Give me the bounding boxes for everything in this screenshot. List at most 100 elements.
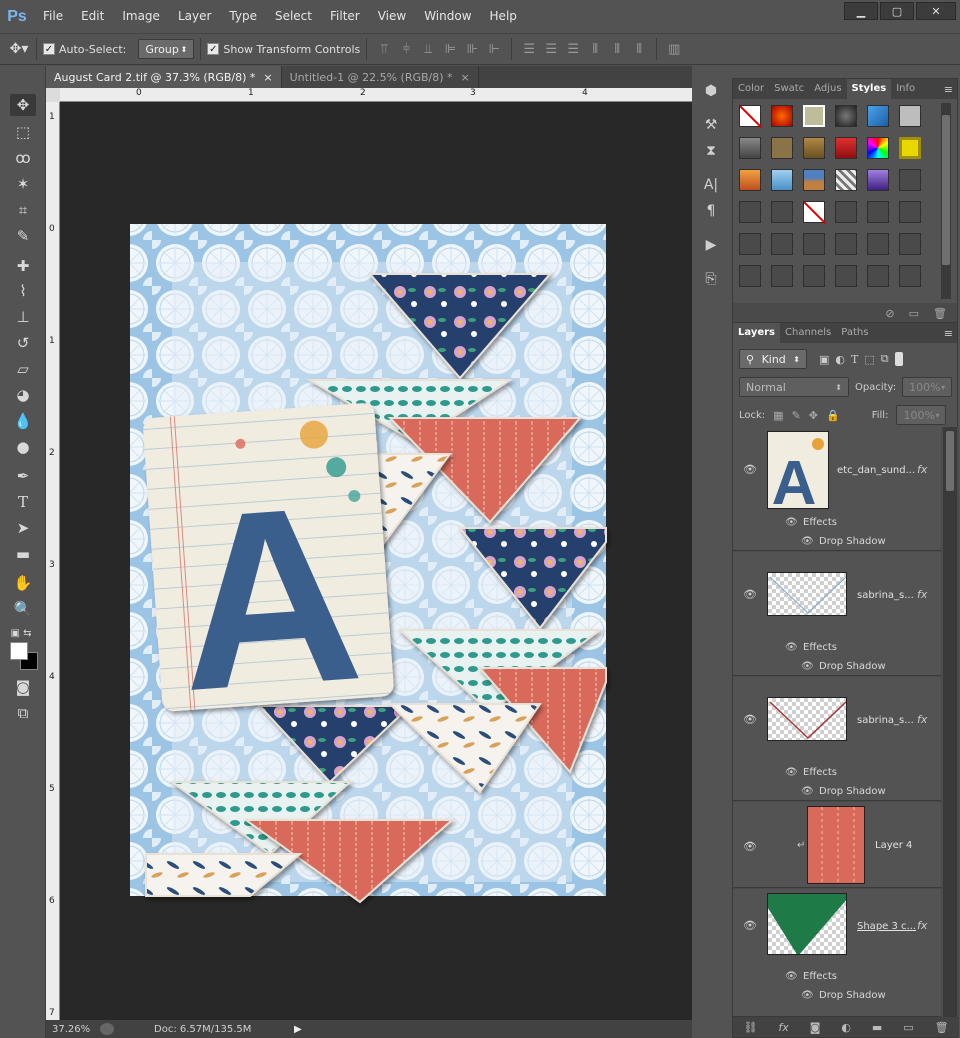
style-swatch[interactable] xyxy=(803,265,825,287)
screen-mode-icon[interactable]: ⧉ xyxy=(10,702,36,724)
horizontal-ruler[interactable]: 0 1 2 3 4 xyxy=(60,88,692,102)
style-swatch[interactable] xyxy=(771,105,793,127)
3d-panel-icon[interactable]: ⬢ xyxy=(694,78,728,104)
align-hcenter-icon[interactable]: ⊪ xyxy=(463,40,481,58)
new-style-icon[interactable]: ▭ xyxy=(909,307,919,320)
tab-paths[interactable]: Paths xyxy=(836,323,873,343)
visibility-eye-icon[interactable]: 👁 xyxy=(743,588,757,601)
layer-row[interactable]: 👁 A etc_dan_sund... fx 👁 Effects 👁 Drop … xyxy=(733,427,941,551)
menu-edit[interactable]: Edit xyxy=(72,0,113,33)
blur-tool-icon[interactable]: 💧 xyxy=(10,410,36,432)
menu-filter[interactable]: Filter xyxy=(321,0,369,33)
auto-select-checkbox[interactable]: ✓ xyxy=(43,43,55,55)
drop-shadow-eye-icon[interactable]: 👁 xyxy=(801,661,814,672)
style-swatch[interactable] xyxy=(899,105,921,127)
close-tab-icon[interactable]: × xyxy=(263,71,272,84)
lasso-tool-icon[interactable]: ꝏ xyxy=(10,147,36,169)
actions-panel-icon[interactable]: ▶ xyxy=(694,232,728,258)
style-swatch[interactable] xyxy=(835,201,857,223)
close-tab-icon[interactable]: × xyxy=(461,71,470,84)
panel-menu-icon[interactable]: ≡ xyxy=(944,83,957,96)
align-right-icon[interactable]: ⊩ xyxy=(485,40,503,58)
zoom-tool-icon[interactable]: 🔍 xyxy=(10,598,36,620)
magic-wand-tool-icon[interactable]: ✶ xyxy=(10,173,36,195)
style-swatch[interactable] xyxy=(803,233,825,255)
style-swatch[interactable] xyxy=(771,169,793,191)
style-swatch[interactable] xyxy=(867,265,889,287)
style-swatch-selected[interactable] xyxy=(803,105,825,127)
drop-shadow-eye-icon[interactable]: 👁 xyxy=(801,536,814,547)
pen-tool-icon[interactable]: ✒ xyxy=(10,465,36,487)
new-group-icon[interactable]: ▬ xyxy=(872,1021,882,1034)
auto-select-dropdown[interactable]: Group ⬍ xyxy=(138,39,195,59)
style-swatch[interactable] xyxy=(739,137,761,159)
fx-icon[interactable]: fx xyxy=(917,588,927,601)
menu-select[interactable]: Select xyxy=(266,0,321,33)
panel-menu-icon[interactable]: ≡ xyxy=(944,327,957,340)
eyedropper-tool-icon[interactable]: ✎ xyxy=(10,225,36,247)
filter-adjustment-icon[interactable]: ◐ xyxy=(835,353,845,366)
style-swatch[interactable] xyxy=(899,201,921,223)
style-swatch[interactable] xyxy=(867,105,889,127)
filter-pixel-icon[interactable]: ▣ xyxy=(819,353,829,366)
type-tool-icon[interactable]: T xyxy=(10,491,36,513)
artwork-canvas[interactable]: A xyxy=(60,102,692,1020)
distribute-right-icon[interactable]: ⦀ xyxy=(630,40,648,58)
menu-window[interactable]: Window xyxy=(415,0,480,33)
adjustments-strip-icon[interactable]: ⧗ xyxy=(694,138,728,164)
paragraph-panel-icon[interactable]: ¶ xyxy=(694,198,728,224)
style-swatch[interactable] xyxy=(771,137,793,159)
history-brush-tool-icon[interactable]: ↺ xyxy=(10,332,36,354)
dodge-tool-icon[interactable]: ● xyxy=(10,436,36,458)
align-bottom-icon[interactable]: ⫫ xyxy=(419,40,437,58)
menu-file[interactable]: File xyxy=(34,0,72,33)
eraser-tool-icon[interactable]: ▱ xyxy=(10,358,36,380)
clear-style-icon[interactable]: ⊘ xyxy=(885,307,894,320)
style-swatch[interactable] xyxy=(867,137,889,159)
layers-scrollbar[interactable] xyxy=(943,427,957,1017)
visibility-eye-icon[interactable]: 👁 xyxy=(743,463,757,476)
tab-color[interactable]: Color xyxy=(733,79,769,99)
lock-position-icon[interactable]: ✥ xyxy=(809,409,818,422)
tab-channels[interactable]: Channels xyxy=(780,323,836,343)
menu-layer[interactable]: Layer xyxy=(169,0,220,33)
crop-tool-icon[interactable]: ⌗ xyxy=(10,199,36,221)
fx-icon[interactable]: fx xyxy=(917,919,927,932)
style-swatch[interactable] xyxy=(835,105,857,127)
lock-all-icon[interactable]: 🔒 xyxy=(826,409,840,422)
visibility-eye-icon[interactable]: 👁 xyxy=(743,840,757,853)
lock-transparent-icon[interactable]: ▦ xyxy=(773,409,783,422)
style-swatch[interactable] xyxy=(867,233,889,255)
delete-layer-icon[interactable]: 🗑 xyxy=(935,1021,949,1034)
style-swatch[interactable] xyxy=(739,233,761,255)
styles-scrollbar[interactable] xyxy=(941,103,951,299)
healing-brush-tool-icon[interactable]: ✚ xyxy=(10,255,36,277)
style-swatch[interactable] xyxy=(803,169,825,191)
rectangle-tool-icon[interactable]: ▬ xyxy=(10,543,36,565)
hand-tool-icon[interactable]: ✋ xyxy=(10,572,36,594)
marquee-tool-icon[interactable]: ⬚ xyxy=(10,121,36,143)
menu-help[interactable]: Help xyxy=(481,0,526,33)
status-menu-arrow-icon[interactable]: ▶ xyxy=(294,1024,302,1035)
style-swatch[interactable] xyxy=(771,233,793,255)
style-swatch[interactable] xyxy=(771,201,793,223)
style-swatch[interactable] xyxy=(835,137,857,159)
close-window-button[interactable]: ✕ xyxy=(916,2,956,20)
distribute-left-icon[interactable]: ⦀ xyxy=(586,40,604,58)
history-panel-icon[interactable]: ⎘ xyxy=(694,266,728,292)
tab-august-card[interactable]: August Card 2.tif @ 37.3% (RGB/8) * × xyxy=(46,66,282,88)
auto-align-icon[interactable]: ▥ xyxy=(665,40,683,58)
effects-eye-icon[interactable]: 👁 xyxy=(785,517,798,528)
add-style-fx-icon[interactable]: fx xyxy=(778,1021,788,1034)
tab-layers[interactable]: Layers xyxy=(733,323,780,343)
opacity-field[interactable]: 100% ▾ xyxy=(902,377,953,397)
style-swatch[interactable] xyxy=(899,265,921,287)
clone-stamp-tool-icon[interactable]: ⊥ xyxy=(10,306,36,328)
align-left-icon[interactable]: ⊫ xyxy=(441,40,459,58)
align-top-icon[interactable]: ⫪ xyxy=(375,40,393,58)
menu-image[interactable]: Image xyxy=(113,0,169,33)
distribute-bottom-icon[interactable]: ☰ xyxy=(564,40,582,58)
move-tool-preset-icon[interactable]: ✥▾ xyxy=(10,40,29,58)
paint-bucket-tool-icon[interactable]: ◕ xyxy=(10,384,36,406)
link-layers-icon[interactable]: ⛓ xyxy=(743,1021,757,1034)
